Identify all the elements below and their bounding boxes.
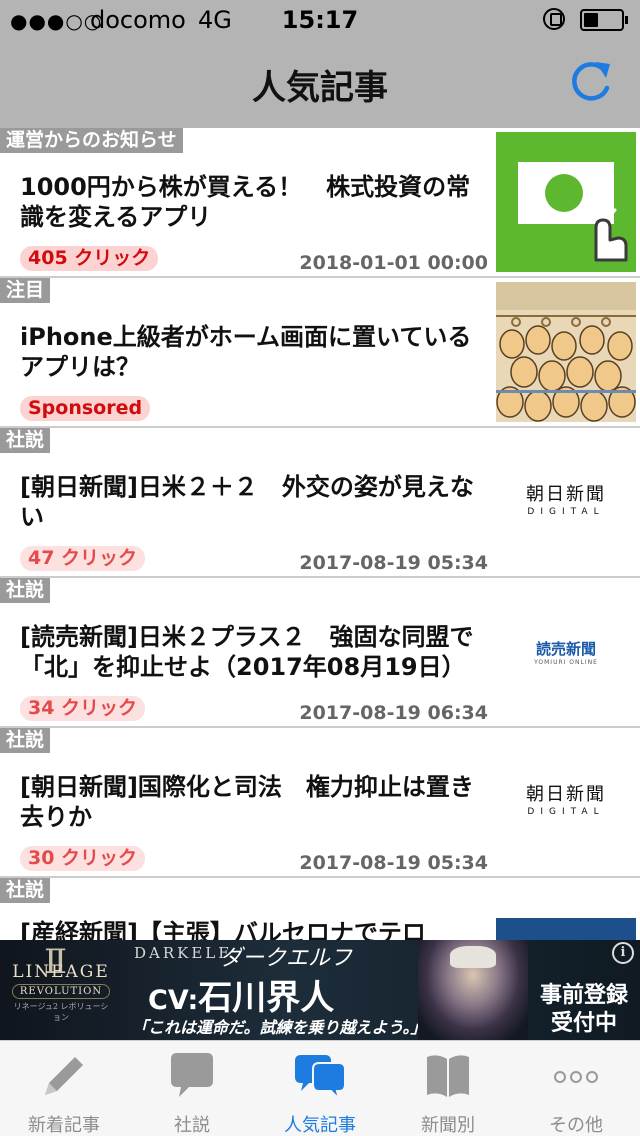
tab-other[interactable]: その他	[512, 1041, 640, 1136]
sponsored-badge: Sponsored	[20, 396, 151, 421]
click-count-badge: 47 クリック	[20, 546, 146, 571]
category-tag: 社説	[0, 428, 51, 453]
game-logo: LINEAGE REVOLUTION リネージュ2 レボリューション	[12, 962, 110, 1022]
ad-voice-actor: CV:石川界人	[148, 978, 335, 1018]
article-headline[interactable]: iPhone上級者がホーム画面に置いているアプリは？	[20, 322, 480, 382]
refresh-icon[interactable]	[566, 58, 614, 106]
click-count-badge: 405 クリック	[20, 246, 159, 271]
category-tag: 注目	[0, 278, 51, 303]
article-date: 2018-01-01 00:00	[299, 252, 488, 274]
article-date: 2017-08-19 05:34	[299, 852, 488, 874]
list-item[interactable]: 社説 [読売新聞]日米２プラス２ 強固な同盟で「北」を抑止せよ（2017年08月…	[0, 578, 640, 728]
click-count-badge: 34 クリック	[20, 696, 146, 721]
tab-by-newspaper[interactable]: 新聞別	[384, 1041, 512, 1136]
article-list: 運営からのお知らせ 1000円から株が買える！ 株式投資の常識を変えるアプリ 4…	[0, 128, 640, 940]
category-tag: 運営からのお知らせ	[0, 128, 183, 153]
tab-new-articles[interactable]: 新着記事	[0, 1041, 128, 1136]
category-tag: 社説	[0, 878, 51, 903]
article-headline[interactable]: [産経新聞]【主張】バルセロナでテロ	[20, 918, 480, 940]
stock-app-thumbnail	[496, 132, 636, 272]
list-item[interactable]: 社説 [産経新聞]【主張】バルセロナでテロ	[0, 878, 640, 940]
book-icon	[427, 1055, 469, 1097]
pencil-icon	[45, 1057, 83, 1095]
click-count-badge: 30 クリック	[20, 846, 146, 871]
more-dots-icon	[554, 1071, 598, 1083]
list-item[interactable]: 社説 [朝日新聞]日米２＋２ 外交の姿が見えない 47 クリック 2017-08…	[0, 428, 640, 578]
character-portrait	[418, 940, 528, 1040]
crowded-train-thumbnail	[496, 282, 636, 422]
tab-popular[interactable]: 人気記事	[256, 1041, 384, 1136]
banner-ad[interactable]: Ⅱ LINEAGE REVOLUTION リネージュ2 レボリューション DAR…	[0, 940, 640, 1040]
yomiuri-logo: 読売新聞 YOMIURI ONLINE	[534, 640, 598, 666]
tab-editorial[interactable]: 社説	[128, 1041, 256, 1136]
asahi-logo: 朝日新聞 DIGITAL	[526, 484, 606, 517]
double-speech-bubble-icon	[295, 1055, 345, 1103]
ad-cta[interactable]: 事前登録 受付中	[532, 982, 636, 1038]
category-tag: 社説	[0, 578, 51, 603]
list-item[interactable]: 運営からのお知らせ 1000円から株が買える！ 株式投資の常識を変えるアプリ 4…	[0, 128, 640, 278]
rotation-lock-icon	[543, 8, 565, 30]
speech-bubble-icon	[171, 1053, 213, 1097]
article-headline[interactable]: [朝日新聞]日米２＋２ 外交の姿が見えない	[20, 472, 480, 532]
tab-bar: 新着記事 社説 人気記事 新聞別 その他	[0, 1040, 640, 1136]
article-headline[interactable]: [朝日新聞]国際化と司法 権力抑止は置き去りか	[20, 772, 480, 832]
article-headline[interactable]: [読売新聞]日米２プラス２ 強固な同盟で「北」を抑止せよ（2017年08月19日…	[20, 622, 480, 682]
list-item[interactable]: 社説 [朝日新聞]国際化と司法 権力抑止は置き去りか 30 クリック 2017-…	[0, 728, 640, 878]
battery-icon	[580, 9, 628, 31]
article-date: 2017-08-19 06:34	[299, 702, 488, 724]
top-bar: ●●●○○ docomo 4G 15:17 人気記事	[0, 0, 640, 128]
list-item[interactable]: 注目 iPhone上級者がホーム画面に置いているアプリは？ Sponsored	[0, 278, 640, 428]
ad-title-en: DARKELF	[134, 944, 232, 962]
ad-title-jp: ダークエルフ	[220, 946, 353, 971]
ad-quote: 「これは運命だ。試練を乗り越えよう。」	[132, 1018, 427, 1037]
status-bar: ●●●○○ docomo 4G 15:17	[0, 0, 640, 40]
article-date: 2017-08-19 05:34	[299, 552, 488, 574]
article-headline[interactable]: 1000円から株が買える！ 株式投資の常識を変えるアプリ	[20, 172, 480, 232]
page-title: 人気記事	[252, 68, 388, 108]
ad-info-icon[interactable]: i	[612, 942, 634, 964]
category-tag: 社説	[0, 728, 51, 753]
article-thumbnail	[496, 918, 636, 940]
asahi-logo: 朝日新聞 DIGITAL	[526, 784, 606, 817]
